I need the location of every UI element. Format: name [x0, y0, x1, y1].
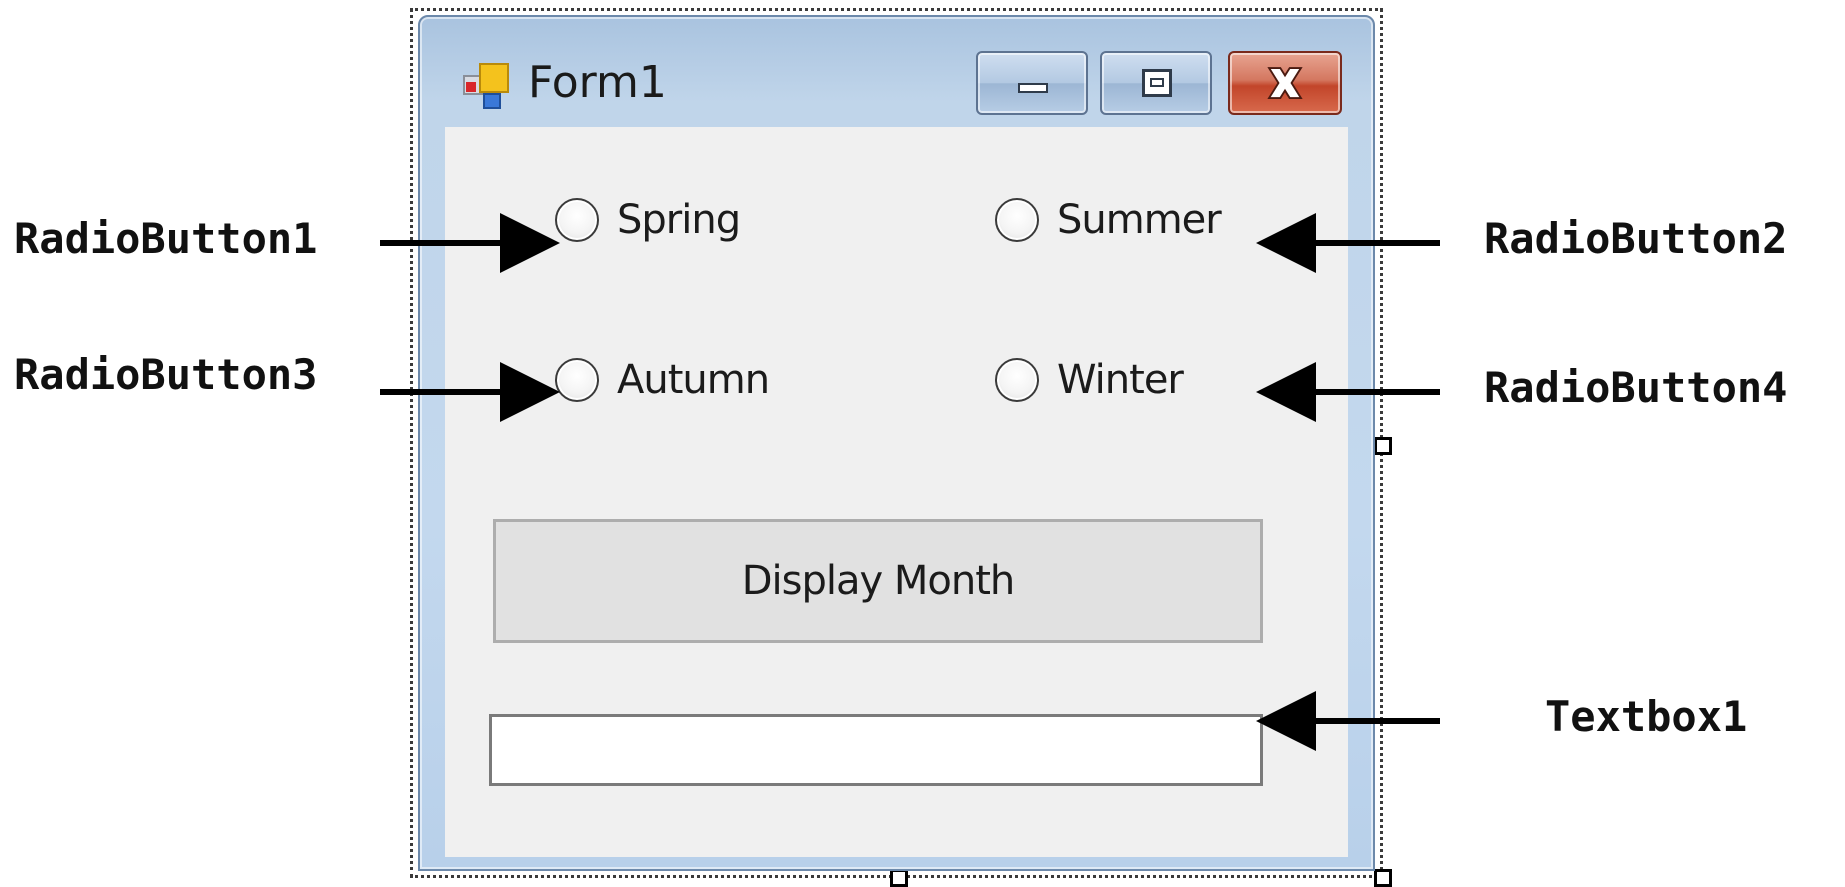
annotation-arrows — [380, 213, 1440, 751]
